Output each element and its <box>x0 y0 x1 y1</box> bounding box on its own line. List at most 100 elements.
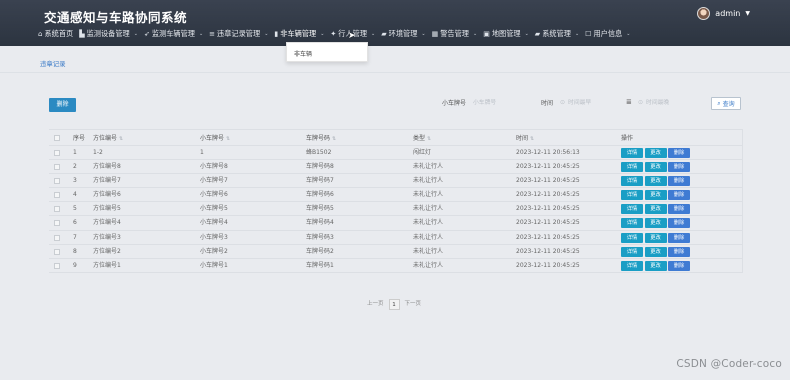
edit-button[interactable]: 更改 <box>644 162 667 173</box>
chevron-down-icon: ⌄ <box>320 31 325 37</box>
next-page-button[interactable]: 下一页 <box>402 299 425 310</box>
delete-row-button[interactable]: 删除 <box>668 204 690 215</box>
row-checkbox[interactable] <box>54 220 60 227</box>
current-page-button[interactable]: 1 <box>388 299 400 310</box>
edit-button[interactable]: 更改 <box>644 232 667 243</box>
cell-car-no: 小车牌号5 <box>200 205 228 213</box>
sort-icon[interactable]: ⇅ <box>530 136 534 142</box>
detail-button[interactable]: 详情 <box>621 148 643 158</box>
end-time-input[interactable]: ⊙ 时间最晚 <box>638 96 706 110</box>
nav-item-label: 环境管理 <box>388 29 418 38</box>
delete-row-button[interactable]: 删除 <box>668 232 690 243</box>
select-all-checkbox[interactable] <box>54 135 60 141</box>
table-border <box>742 230 743 244</box>
top-bar: 交通感知与车路协同系统 admin ▼ ⌂ 系统首页 ▙ 监测设备管理 ⌄ ➶ 监测车辆管理… <box>0 0 790 46</box>
user-menu[interactable]: admin ▼ <box>697 7 750 20</box>
table-border <box>742 146 743 160</box>
nav-item-2[interactable]: ➶ 监测车辆管理 ⌄ <box>144 29 203 39</box>
cell-type: 未礼让行人 <box>413 163 444 171</box>
row-checkbox[interactable] <box>54 164 60 171</box>
nav-item-7[interactable]: ▦ 警告管理 ⌄ <box>432 29 478 39</box>
delete-row-button[interactable]: 删除 <box>668 162 690 173</box>
row-checkbox[interactable] <box>54 262 60 269</box>
cell-car-no: 小车牌号7 <box>200 177 228 185</box>
sort-icon[interactable]: ⇅ <box>427 136 431 142</box>
table-border <box>742 174 743 188</box>
table-border <box>742 130 743 145</box>
cell-time: 2023-12-11 20:45:25 <box>516 233 580 241</box>
row-checkbox[interactable] <box>54 206 60 213</box>
table-border <box>742 244 743 258</box>
table-body: 1 1-2 1 蜂B1502 闯红灯 2023-12-11 20:56:13 详情 更改 删除 2… <box>49 146 743 273</box>
delete-row-button[interactable]: 删除 <box>668 190 690 201</box>
edit-button[interactable]: 更改 <box>644 176 667 187</box>
edit-button[interactable]: 更改 <box>644 204 667 215</box>
cell-plate: 车牌号码5 <box>306 205 334 213</box>
delete-row-button[interactable]: 删除 <box>668 148 690 158</box>
row-checkbox[interactable] <box>54 192 60 199</box>
delete-row-button[interactable]: 删除 <box>668 218 690 229</box>
sort-icon[interactable]: ⇅ <box>332 136 336 142</box>
cell-car-no: 小车牌号3 <box>200 233 228 241</box>
avatar[interactable] <box>697 7 711 20</box>
edit-button[interactable]: 更改 <box>644 260 667 271</box>
table-row: 8 方位编号2 小车牌号2 车牌号码2 未礼让行人 2023-12-11 20:45:25… <box>49 244 743 259</box>
nav-item-4[interactable]: ▮ 非车辆管理 ⌄ <box>274 29 324 39</box>
delete-row-button[interactable]: 删除 <box>668 260 690 271</box>
row-checkbox[interactable] <box>54 248 60 255</box>
delete-row-button[interactable]: 删除 <box>668 246 690 257</box>
edit-button[interactable]: 更改 <box>644 218 667 229</box>
detail-button[interactable]: 详情 <box>621 162 643 173</box>
nav-item-3[interactable]: ≡ 违章记录管理 ⌄ <box>209 29 268 39</box>
cell-position: 方位编号2 <box>93 247 121 255</box>
nav-item-9[interactable]: ▰ 系统管理 ⌄ <box>535 29 579 39</box>
detail-button[interactable]: 详情 <box>621 232 643 243</box>
row-checkbox[interactable] <box>54 150 60 156</box>
plate-search-input[interactable]: 小车牌号 <box>473 96 533 110</box>
detail-button[interactable]: 详情 <box>621 176 643 187</box>
cell-type: 未礼让行人 <box>413 191 444 199</box>
cell-time: 2023-12-11 20:45:25 <box>516 219 580 227</box>
nav-item-0[interactable]: ⌂ 系统首页 <box>38 29 73 39</box>
send-icon: ➶ <box>143 30 150 38</box>
row-checkbox[interactable] <box>54 234 60 241</box>
chevron-down-icon: ⌄ <box>473 31 478 37</box>
cell-time: 2023-12-11 20:45:25 <box>516 205 580 213</box>
chevron-down-icon: ⌄ <box>524 31 529 37</box>
detail-button[interactable]: 详情 <box>621 246 643 257</box>
edit-button[interactable]: 更改 <box>644 246 667 257</box>
nav-item-8[interactable]: ▣ 地图管理 ⌄ <box>483 29 529 39</box>
cell-index: 1 <box>73 149 77 156</box>
clock-icon: ⊙ <box>560 99 566 106</box>
delete-row-button[interactable]: 删除 <box>668 176 690 187</box>
nav-item-1[interactable]: ▙ 监测设备管理 ⌄ <box>79 29 138 39</box>
monitor-icon: ▙ <box>79 30 85 38</box>
sort-icon[interactable]: ⇅ <box>119 136 123 142</box>
caret-down-icon[interactable]: ▼ <box>745 10 750 17</box>
edit-button[interactable]: 更改 <box>644 190 667 201</box>
cell-plate: 蜂B1502 <box>306 149 332 156</box>
delete-button[interactable]: 删除 <box>49 98 76 112</box>
user-name[interactable]: admin <box>715 9 740 18</box>
nav-item-6[interactable]: ▰ 环境管理 ⌄ <box>381 29 425 39</box>
cell-time: 2023-12-11 20:45:25 <box>516 247 580 255</box>
breadcrumb[interactable]: 违章记录 <box>40 59 66 68</box>
sort-icon[interactable]: ⇅ <box>226 136 230 142</box>
nav-item-10[interactable]: ☐ 用户信息 ⌄ <box>585 29 630 39</box>
user-card-icon: ☐ <box>585 30 592 38</box>
detail-button[interactable]: 详情 <box>621 190 643 201</box>
start-time-input[interactable]: ⊙ 时间最早 <box>560 96 622 110</box>
search-button[interactable]: ⌕ 查询 <box>711 97 741 110</box>
cell-index: 6 <box>73 219 77 227</box>
row-checkbox[interactable] <box>54 178 60 185</box>
edit-button[interactable]: 更改 <box>644 148 667 158</box>
cell-position: 方位编号4 <box>93 219 121 227</box>
prev-page-button[interactable]: 上一页 <box>364 299 387 310</box>
cell-time: 2023-12-11 20:45:25 <box>516 163 580 171</box>
cell-plate: 车牌号码8 <box>306 163 334 171</box>
detail-button[interactable]: 详情 <box>621 204 643 215</box>
detail-button[interactable]: 详情 <box>621 218 643 229</box>
dropdown-item-nonvehicle[interactable]: 非车辆 <box>294 49 367 58</box>
row-actions: 详情 更改 删除 <box>621 218 690 229</box>
detail-button[interactable]: 详情 <box>621 260 643 271</box>
